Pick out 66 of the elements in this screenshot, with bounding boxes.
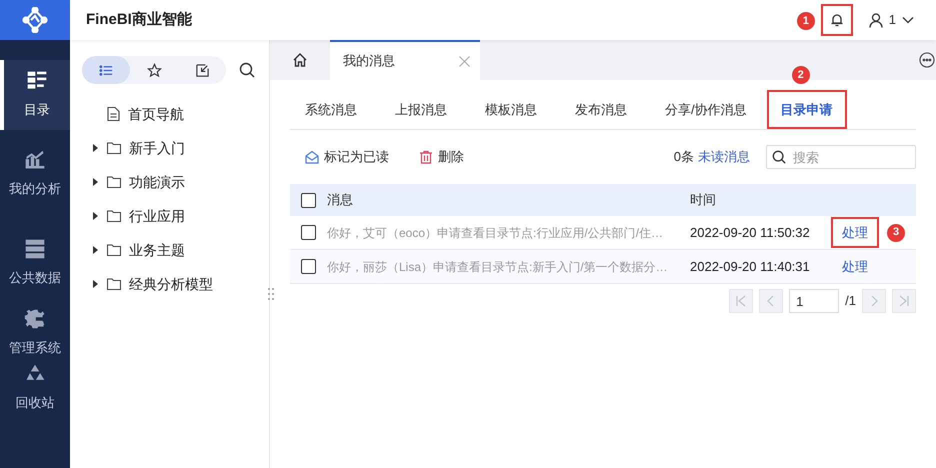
folder-icon [107, 244, 121, 256]
message-tab[interactable]: 分享/协作消息 [665, 90, 747, 129]
callout-badge: 3 [887, 224, 905, 242]
caret-icon [902, 16, 914, 24]
message-tab[interactable]: 模板消息 [485, 90, 537, 129]
process-link[interactable]: 处理 [831, 250, 879, 282]
resize-handle-icon[interactable] [268, 287, 274, 301]
callout-badge: 1 [796, 12, 815, 30]
envelope-icon [305, 150, 319, 164]
process-link[interactable]: 处理 [831, 216, 879, 248]
edit-icon [194, 62, 210, 78]
folder-icon [107, 142, 121, 154]
unread-count: 0条 [674, 148, 694, 166]
column-header: 消息 [327, 191, 354, 210]
chart-icon [24, 149, 46, 172]
nav-item[interactable]: 我的分析 [0, 130, 70, 218]
search-icon[interactable] [239, 62, 255, 78]
message-tab[interactable]: 系统消息 [305, 90, 357, 129]
last-page-icon [898, 295, 910, 307]
user-menu[interactable]: 1 [868, 10, 914, 30]
delete-button[interactable]: 删除 [419, 147, 464, 167]
tab[interactable]: 我的消息 [330, 40, 480, 80]
tree-item[interactable]: 新手入门 [70, 131, 269, 165]
tree-item[interactable]: 经典分析模型 [70, 267, 269, 301]
message-cell-text: 你好，艾可（eoco）申请查看目录节点:行业应用/公共部门/住… [327, 224, 664, 242]
nav-item[interactable]: 公共数据 [0, 218, 70, 308]
tree-item[interactable]: 首页导航 [70, 97, 269, 131]
unread-link[interactable]: 未读消息 [698, 147, 750, 167]
folder-icon [107, 278, 121, 290]
message-tab[interactable]: 上报消息 [395, 90, 447, 129]
database-icon [24, 238, 46, 260]
user-icon [868, 12, 883, 28]
nav-item[interactable]: 管理系统 [0, 308, 70, 358]
star-icon [146, 62, 162, 78]
list-view-button[interactable] [82, 56, 130, 84]
column-header: 时间 [690, 191, 716, 210]
gear-icon [24, 308, 46, 330]
search-icon [772, 150, 786, 164]
list-icon [98, 62, 114, 78]
time-cell-text: 2022-09-20 11:40:31 [690, 258, 811, 276]
page-total: /1 [845, 292, 856, 310]
notification-bell-icon[interactable] [820, 4, 853, 36]
first-page-icon [735, 295, 748, 307]
checkbox[interactable] [301, 225, 316, 240]
nav-item[interactable]: 目录 [0, 60, 70, 130]
tree-item[interactable]: 行业应用 [70, 199, 269, 233]
trash-icon [419, 150, 433, 164]
tree-item[interactable]: 功能演示 [70, 165, 269, 199]
nav-item[interactable]: 回收站 [0, 358, 70, 418]
folder-icon [107, 210, 121, 222]
page-input[interactable]: 1 [789, 289, 840, 313]
checkbox[interactable] [301, 192, 316, 208]
checkbox[interactable] [301, 259, 316, 274]
search-field[interactable]: 搜索 [766, 145, 916, 169]
message-tab[interactable]: 目录申请 [766, 90, 847, 129]
more-icon[interactable] [919, 52, 935, 68]
tree-item[interactable]: 业务主题 [70, 233, 269, 267]
mark-read-button[interactable]: 标记为已读 [305, 147, 389, 167]
logo-icon [0, 0, 70, 40]
app-title: FineBI商业智能 [86, 10, 192, 30]
time-cell-text: 2022-09-20 11:50:32 [690, 224, 811, 242]
message-tab[interactable]: 发布消息 [575, 90, 627, 129]
folder-icon [107, 176, 121, 188]
message-cell-text: 你好，丽莎（Lisa）申请查看目录节点:新手入门/第一个数据分… [327, 258, 669, 276]
home-icon [292, 52, 308, 68]
document-icon [107, 107, 120, 121]
